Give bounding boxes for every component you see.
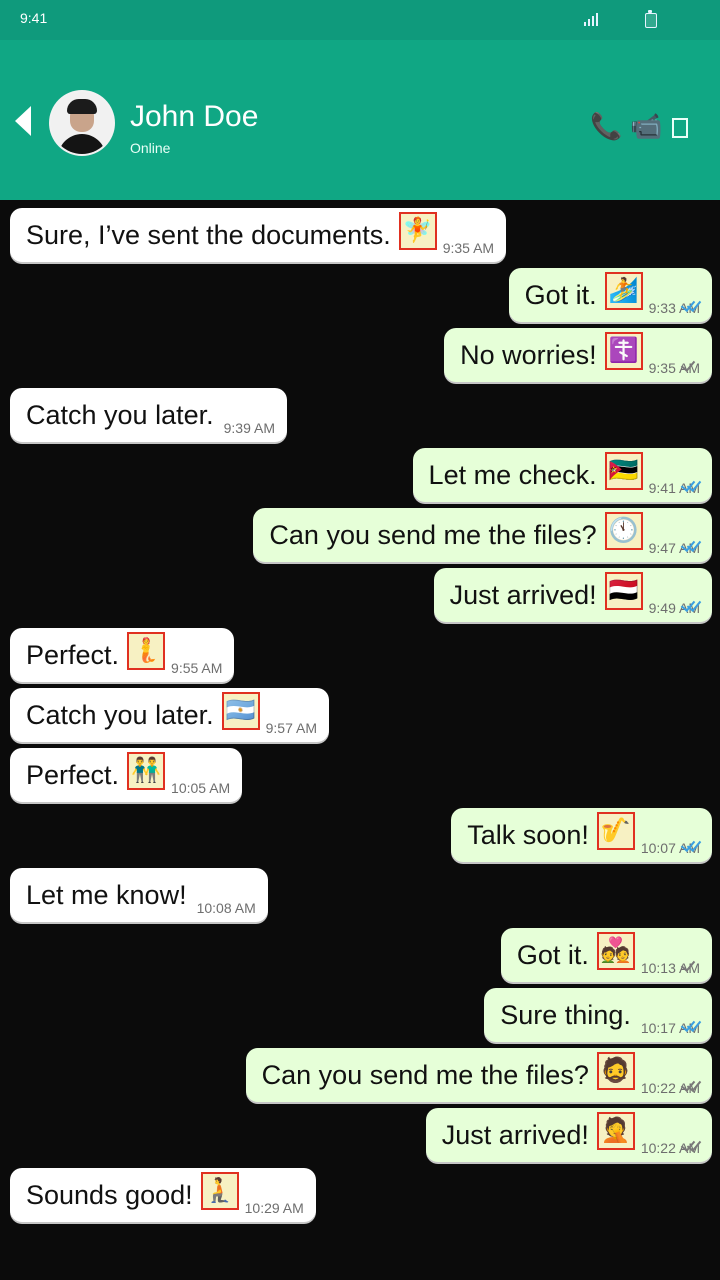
message-text: Sure thing. <box>500 1000 631 1030</box>
emoji-icon: 🧚 <box>398 212 437 250</box>
menu-button[interactable] <box>672 118 688 138</box>
avatar[interactable] <box>49 90 115 156</box>
sent-message[interactable]: Got it. 🏄 9:33 AM <box>508 268 712 322</box>
message-time: 9:55 AM <box>171 660 223 676</box>
message-text: Just arrived! <box>441 1120 589 1150</box>
message-text: Perfect. <box>26 640 120 670</box>
message-time: 9:39 AM <box>223 420 275 436</box>
emoji-icon: 🎷 <box>596 812 635 850</box>
emoji-icon: 🇦🇷 <box>221 692 260 730</box>
message-text: Talk soon! <box>467 820 589 850</box>
message-status-icon <box>680 956 702 974</box>
message-time: 10:29 AM <box>244 1200 304 1216</box>
emoji-icon: 🇲🇿 <box>604 452 643 490</box>
message-status-icon <box>680 836 702 854</box>
emoji-icon: 🧔 <box>596 1052 635 1090</box>
contact-status: Online <box>130 140 171 156</box>
message-status-icon <box>680 1136 702 1154</box>
message-text: Perfect. <box>26 760 120 790</box>
emoji-icon: ☦️ <box>604 332 643 370</box>
message-status-icon <box>680 1076 702 1094</box>
received-message[interactable]: Sounds good! 🧎 10:29 AM <box>10 1168 316 1222</box>
battery-icon <box>642 10 658 28</box>
message-text: Can you send me the files? <box>261 1060 589 1090</box>
message-text: Sounds good! <box>26 1180 193 1210</box>
emoji-icon: 💑 <box>596 932 635 970</box>
received-message[interactable]: Catch you later. 🇦🇷 9:57 AM <box>10 688 329 742</box>
message-time: 9:57 AM <box>265 720 317 736</box>
received-message[interactable]: Sure, I’ve sent the documents. 🧚 9:35 AM <box>10 208 507 262</box>
message-text: Sure, I’ve sent the documents. <box>26 220 391 250</box>
signal-icon <box>582 10 598 28</box>
status-bar: 9:41 <box>0 0 720 40</box>
message-time: 9:35 AM <box>442 240 495 256</box>
sent-message[interactable]: Just arrived! 🇾🇪 9:49 AM <box>433 568 712 622</box>
status-time: 9:41 <box>20 10 48 26</box>
message-text: Let me check. <box>428 460 597 490</box>
received-message[interactable]: Let me know! 10:08 AM <box>10 868 268 922</box>
emoji-icon: 🧎 <box>200 1172 239 1210</box>
back-button[interactable] <box>10 103 40 137</box>
emoji-icon: 👬 <box>127 752 166 790</box>
sent-message[interactable]: No worries! ☦️ 9:35 AM <box>444 328 712 382</box>
emoji-icon: 🇾🇪 <box>604 572 643 610</box>
message-list[interactable]: Sure, I’ve sent the documents. 🧚 9:35 AM Go… <box>0 200 720 1280</box>
emoji-icon: 🕚 <box>604 512 643 550</box>
video-call-button[interactable]: 📹 <box>630 112 662 140</box>
sent-message[interactable]: Let me check. 🇲🇿 9:41 AM <box>412 448 712 502</box>
call-button[interactable]: 📞 <box>590 112 622 140</box>
video-camera-icon: 📹 <box>630 111 663 141</box>
received-message[interactable]: Catch you later. 9:39 AM <box>10 388 287 442</box>
message-status-icon <box>680 596 702 614</box>
message-status-icon <box>680 536 702 554</box>
message-status-icon <box>680 1016 702 1034</box>
sent-message[interactable]: Just arrived! 🤦 10:22 AM <box>425 1108 712 1162</box>
emoji-icon: 🧜 <box>127 632 166 670</box>
message-status-icon <box>680 296 702 314</box>
sent-message[interactable]: Can you send me the files? 🕚 9:47 AM <box>253 508 712 562</box>
contact-name[interactable]: John Doe <box>130 100 258 134</box>
received-message[interactable]: Perfect. 👬 10:05 AM <box>10 748 243 802</box>
message-text: Catch you later. <box>26 700 214 730</box>
message-status-icon <box>680 476 702 494</box>
message-text: Catch you later. <box>26 400 214 430</box>
sent-message[interactable]: Talk soon! 🎷 10:07 AM <box>451 808 712 862</box>
emoji-icon: 🤦 <box>596 1112 635 1150</box>
message-text: Got it. <box>516 940 589 970</box>
message-status-icon <box>680 356 702 374</box>
message-time: 10:05 AM <box>171 780 231 796</box>
sent-message[interactable]: Got it. 💑 10:13 AM <box>500 928 712 982</box>
emoji-icon: 🏄 <box>604 272 643 310</box>
sent-message[interactable]: Can you send me the files? 🧔 10:22 AM <box>245 1048 712 1102</box>
chat-header: John Doe Online 📞 📹 <box>0 40 720 200</box>
message-text: Let me know! <box>26 880 187 910</box>
phone-icon: 📞 <box>590 111 623 141</box>
message-text: Just arrived! <box>449 580 597 610</box>
message-text: Got it. <box>524 280 597 310</box>
received-message[interactable]: Perfect. 🧜 9:55 AM <box>10 628 235 682</box>
message-time: 10:08 AM <box>196 900 256 916</box>
message-text: Can you send me the files? <box>269 520 597 550</box>
back-arrow-icon <box>15 106 31 136</box>
sent-message[interactable]: Sure thing. 10:17 AM <box>484 988 712 1042</box>
message-text: No worries! <box>460 340 597 370</box>
